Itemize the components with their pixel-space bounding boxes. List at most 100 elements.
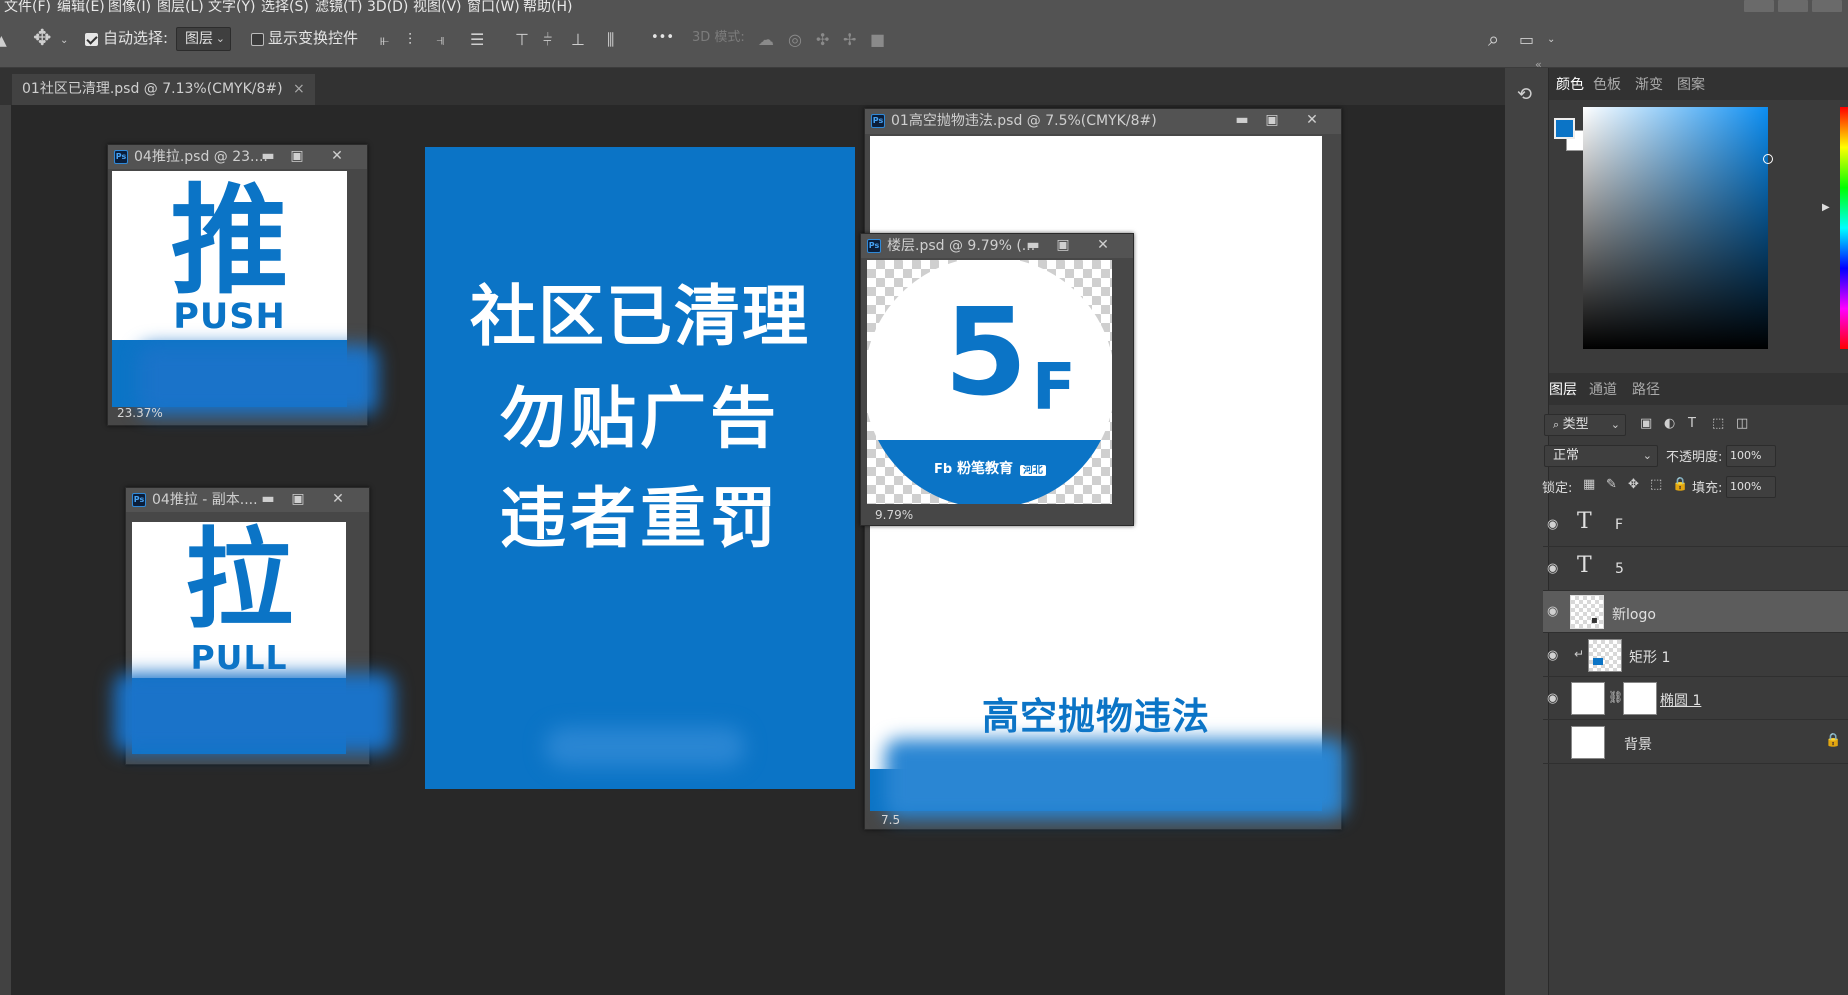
menu-file[interactable]: 文件(F) [4, 0, 51, 15]
menu-help[interactable]: 帮助(H) [523, 0, 572, 15]
align-hcenter-icon[interactable]: ⫶ [408, 30, 412, 50]
tool-preset-chevron-icon[interactable]: ⌄ [60, 31, 68, 51]
eye-icon[interactable]: ◉ [1547, 561, 1558, 576]
menu-3d[interactable]: 3D(D) [367, 0, 408, 15]
foreground-color-swatch[interactable] [1554, 118, 1575, 139]
3d-slide-icon[interactable]: ✢ [843, 30, 856, 50]
maximize-button[interactable]: ▣ [1261, 112, 1283, 129]
lock-artboard-icon[interactable]: ⬚ [1650, 477, 1662, 492]
eye-icon[interactable]: ◉ [1547, 648, 1558, 663]
layer-row-background[interactable]: 背景 🔒 [1543, 720, 1848, 764]
layer-row-ellipse-1[interactable]: ◉ ⛓ 椭圆 1 [1543, 677, 1848, 720]
tab-color[interactable]: 颜色 [1556, 77, 1584, 93]
workspace-icon[interactable]: ▭ [1519, 30, 1534, 50]
close-button[interactable]: ✕ [1301, 112, 1323, 129]
distribute-vertical-icon[interactable]: ⫼ [607, 30, 614, 50]
tab-close-icon[interactable]: × [293, 81, 305, 97]
app-restore-button[interactable] [1778, 0, 1808, 12]
window-titlebar[interactable]: Ps 楼层.psd @ 9.79% (... ▬ ▣ ✕ [861, 234, 1133, 258]
eye-icon[interactable]: ◉ [1547, 604, 1558, 619]
layer-row-rect-1[interactable]: ◉ ↵ 矩形 1 [1543, 634, 1848, 677]
tab-gradients[interactable]: 渐变 [1635, 77, 1663, 93]
menu-filter[interactable]: 滤镜(T) [315, 0, 362, 15]
tab-swatches[interactable]: 色板 [1593, 77, 1621, 93]
filter-smart-object-icon[interactable]: ◫ [1736, 416, 1748, 431]
auto-select-checkbox[interactable] [85, 33, 98, 46]
workspace-chevron-icon[interactable]: ⌄ [1547, 30, 1555, 50]
maximize-button[interactable]: ▣ [1052, 237, 1074, 254]
distribute-icon[interactable]: ☰ [470, 30, 484, 50]
link-icon[interactable]: ⛓ [1608, 690, 1623, 704]
search-icon[interactable]: ⌕ [1488, 29, 1499, 49]
align-left-icon[interactable]: ⫦ [380, 30, 389, 50]
maximize-button[interactable]: ▣ [286, 148, 308, 165]
fill-field[interactable]: 100% [1726, 476, 1776, 498]
tab-patterns[interactable]: 图案 [1677, 77, 1705, 93]
align-vcenter-icon[interactable]: ⫩ [543, 30, 552, 50]
lock-label: 锁定: [1542, 481, 1573, 496]
window-titlebar[interactable]: Ps 01高空抛物违法.psd @ 7.5%(CMYK/8#) ▬ ▣ ✕ [865, 109, 1341, 134]
filter-adjustment-icon[interactable]: ◐ [1664, 416, 1675, 431]
3d-camera-icon[interactable]: ■ [870, 30, 885, 50]
minimize-button[interactable]: ▬ [257, 148, 279, 165]
maximize-button[interactable]: ▣ [287, 491, 309, 508]
layer-row-5[interactable]: ◉ T 5 [1543, 547, 1848, 591]
3d-orbit-icon[interactable]: ☁ [758, 30, 774, 50]
app-minimize-button[interactable] [1744, 0, 1774, 12]
doc-window-pull[interactable]: Ps 04推拉 - 副本.... ▬ ▣ ✕ 拉 PULL [114, 487, 394, 765]
window-titlebar[interactable]: Ps 04推拉 - 副本.... ▬ ▣ ✕ [126, 488, 369, 512]
lock-all-icon[interactable]: 🔒 [1672, 477, 1688, 492]
eye-icon[interactable]: ◉ [1547, 691, 1558, 706]
close-button[interactable]: ✕ [327, 491, 349, 508]
document-tab[interactable]: 01社区已清理.psd @ 7.13%(CMYK/8#) × [12, 74, 315, 105]
floor-circle: 5 F Fb 粉笔教育 河北 [867, 260, 1112, 504]
window-title: 楼层.psd @ 9.79% (... [887, 238, 1036, 254]
more-options-button[interactable]: ••• [651, 28, 674, 48]
filter-shape-icon[interactable]: ⬚ [1712, 416, 1724, 431]
align-right-icon[interactable]: ⫣ [436, 30, 446, 50]
minimize-button[interactable]: ▬ [1022, 237, 1044, 254]
menu-view[interactable]: 视图(V) [413, 0, 462, 15]
menu-type[interactable]: 文字(Y) [208, 0, 255, 15]
layer-filter-dropdown[interactable]: ⌕ 类型 ⌄ [1544, 414, 1626, 436]
menu-window[interactable]: 窗口(W) [467, 0, 520, 15]
blend-mode-dropdown[interactable]: 正常 ⌄ [1544, 445, 1658, 467]
menu-edit[interactable]: 编辑(E) [57, 0, 105, 15]
tab-layers[interactable]: 图层 [1549, 382, 1577, 398]
minimize-button[interactable]: ▬ [1231, 112, 1253, 129]
hue-slider[interactable] [1840, 107, 1848, 349]
show-transform-checkbox[interactable] [251, 33, 264, 46]
eye-icon[interactable]: ◉ [1547, 517, 1558, 532]
3d-pan-icon[interactable]: ✣ [816, 30, 829, 50]
tab-paths[interactable]: 路径 [1632, 382, 1660, 398]
auto-select-dropdown[interactable]: 图层 ⌄ [176, 27, 231, 51]
color-picker-field[interactable] [1583, 107, 1768, 349]
lock-position-icon[interactable]: ✥ [1628, 477, 1639, 492]
close-button[interactable]: ✕ [1092, 237, 1114, 254]
tab-channels[interactable]: 通道 [1589, 382, 1617, 398]
window-titlebar[interactable]: Ps 04推拉.psd @ 23.... ▬ ▣ ✕ [108, 145, 367, 169]
align-bottom-icon[interactable]: ⊥ [571, 30, 585, 50]
lock-transparency-icon[interactable]: ▦ [1583, 477, 1595, 492]
doc-window-push[interactable]: Ps 04推拉.psd @ 23.... ▬ ▣ ✕ 推 PUSH 23.37% [107, 144, 378, 426]
minimize-button[interactable]: ▬ [257, 491, 279, 508]
3d-roll-icon[interactable]: ◎ [788, 30, 802, 50]
app-close-button[interactable] [1812, 0, 1842, 12]
align-top-icon[interactable]: ⊤ [515, 30, 529, 50]
hue-slider-handle-icon[interactable]: ▶ [1822, 202, 1830, 213]
layer-row-new-logo[interactable]: ◉ ▪ 新logo [1543, 591, 1848, 633]
collapse-arrows-icon[interactable]: « [1535, 58, 1542, 71]
menu-image[interactable]: 图像(I) [108, 0, 151, 15]
opacity-field[interactable]: 100% [1726, 445, 1776, 467]
move-tool-icon[interactable]: ✥ [33, 28, 51, 50]
history-icon[interactable]: ⟲ [1517, 84, 1532, 105]
menu-layer[interactable]: 图层(L) [157, 0, 204, 15]
filter-pixel-icon[interactable]: ▣ [1640, 416, 1652, 431]
layer-row-f[interactable]: ◉ T F [1543, 504, 1848, 547]
lock-brush-icon[interactable]: ✎ [1606, 477, 1617, 492]
filter-type-icon[interactable]: T [1688, 416, 1696, 431]
menu-select[interactable]: 选择(S) [261, 0, 309, 15]
doc-window-floor[interactable]: Ps 楼层.psd @ 9.79% (... ▬ ▣ ✕ 5 F Fb 粉笔教育… [860, 233, 1134, 526]
close-button[interactable]: ✕ [326, 148, 348, 165]
home-icon[interactable]: ▲ [0, 31, 7, 51]
